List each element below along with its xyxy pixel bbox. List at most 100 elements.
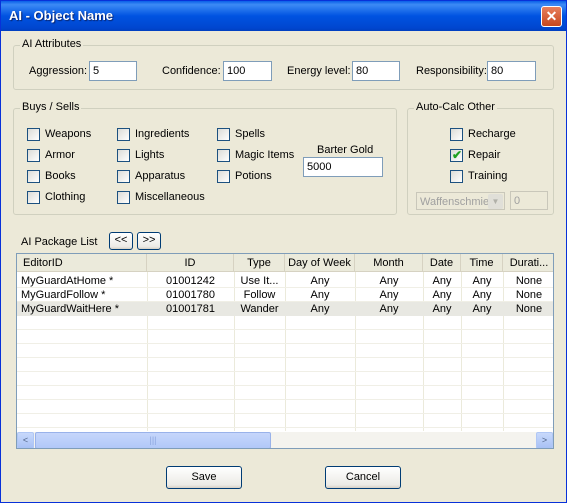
ai-package-list-label: AI Package List xyxy=(21,236,98,248)
checkbox-label: Magic Items xyxy=(235,149,295,161)
checkbox-label: Training xyxy=(468,170,508,182)
grid-line xyxy=(17,413,553,414)
package-prev-button[interactable]: << xyxy=(109,232,133,250)
checkbox-box[interactable] xyxy=(27,191,40,204)
checkbox-box[interactable] xyxy=(450,170,463,183)
checkbox-box[interactable]: ✔ xyxy=(450,148,463,162)
save-button[interactable]: Save xyxy=(166,466,242,489)
checkbox-lights[interactable]: Lights xyxy=(117,149,207,163)
checkbox-magic-items[interactable]: Magic Items xyxy=(217,149,297,163)
checkbox-potions[interactable]: Potions xyxy=(217,170,297,184)
window-title: AI - Object Name xyxy=(9,8,114,23)
energy-level-input[interactable] xyxy=(352,61,400,81)
cell-day-of-week: Any xyxy=(310,303,330,315)
training-skill-value-input[interactable] xyxy=(510,191,548,210)
checkbox-label: Apparatus xyxy=(135,170,186,182)
checkbox-box[interactable] xyxy=(117,128,130,141)
scrollbar-thumb[interactable]: ||| xyxy=(35,432,271,448)
list-header: EditorID ID Type Day of Week Month Date … xyxy=(17,254,553,272)
responsibility-label: Responsibility: xyxy=(416,65,487,77)
checkbox-weapons[interactable]: Weapons xyxy=(27,128,107,142)
checkbox-label: Potions xyxy=(235,170,272,182)
column-header-day-of-week[interactable]: Day of Week xyxy=(285,254,355,272)
column-header-duration[interactable]: Durati... xyxy=(503,254,553,272)
checkbox-box[interactable] xyxy=(27,128,40,141)
responsibility-input[interactable] xyxy=(487,61,536,81)
aggression-input[interactable] xyxy=(89,61,137,81)
chevron-down-icon[interactable]: ▼ xyxy=(488,194,503,209)
grid-line xyxy=(17,343,553,344)
checkbox-box[interactable] xyxy=(117,191,130,204)
confidence-input[interactable] xyxy=(223,61,272,81)
column-header-editor-id[interactable]: EditorID xyxy=(17,254,147,272)
cell-duration: None xyxy=(515,289,543,301)
cell-time: Any xyxy=(472,303,492,315)
checkbox-box[interactable] xyxy=(450,128,463,141)
checkbox-clothing[interactable]: Clothing xyxy=(27,191,107,205)
checkbox-label: Armor xyxy=(45,149,75,161)
grid-line xyxy=(17,385,553,386)
column-header-time[interactable]: Time xyxy=(461,254,503,272)
grid-line xyxy=(17,427,553,428)
checkbox-label: Spells xyxy=(235,128,265,140)
checkbox-books[interactable]: Books xyxy=(27,170,107,184)
checkbox-ingredients[interactable]: Ingredients xyxy=(117,128,207,142)
buys-sells-title: Buys / Sells xyxy=(20,101,82,113)
table-row[interactable]: MyGuardFollow * 01001780 Follow Any Any … xyxy=(17,288,553,302)
checkbox-training[interactable]: Training xyxy=(450,170,530,184)
ai-dialog-window: AI - Object Name ✕ AI Attributes Aggress… xyxy=(0,0,567,503)
checkbox-repair[interactable]: ✔ Repair xyxy=(450,148,530,163)
cell-id: 01001781 xyxy=(166,303,215,315)
column-header-month[interactable]: Month xyxy=(355,254,423,272)
checkbox-armor[interactable]: Armor xyxy=(27,149,107,163)
ai-attributes-title: AI Attributes xyxy=(20,38,84,50)
cell-editor-id: MyGuardAtHome * xyxy=(21,275,114,287)
grid-line xyxy=(17,357,553,358)
cell-date: Any xyxy=(432,275,452,287)
cell-type: Use It... xyxy=(240,275,279,287)
checkbox-box[interactable] xyxy=(27,149,40,162)
package-next-button[interactable]: >> xyxy=(137,232,161,250)
checkbox-apparatus[interactable]: Apparatus xyxy=(117,170,207,184)
checkbox-box[interactable] xyxy=(217,170,230,183)
barter-gold-input[interactable] xyxy=(303,157,383,177)
checkbox-label: Ingredients xyxy=(135,128,190,140)
cell-day-of-week: Any xyxy=(310,289,330,301)
barter-gold-label: Barter Gold xyxy=(317,144,374,156)
ai-package-list[interactable]: EditorID ID Type Day of Week Month Date … xyxy=(16,253,554,449)
cell-editor-id: MyGuardWaitHere * xyxy=(21,303,120,315)
checkmark-icon: ✔ xyxy=(452,148,463,162)
cell-id: 01001780 xyxy=(166,289,215,301)
cell-month: Any xyxy=(379,275,399,287)
cell-time: Any xyxy=(472,289,492,301)
scroll-right-arrow-icon[interactable]: > xyxy=(536,432,553,448)
title-bar[interactable]: AI - Object Name ✕ xyxy=(1,1,566,31)
cell-time: Any xyxy=(472,275,492,287)
checkbox-label: Weapons xyxy=(45,128,92,140)
horizontal-scrollbar[interactable]: < ||| > xyxy=(17,432,553,448)
checkbox-label: Miscellaneous xyxy=(135,191,205,203)
checkbox-recharge[interactable]: Recharge xyxy=(450,128,530,142)
energy-level-label: Energy level: xyxy=(287,65,351,77)
checkbox-box[interactable] xyxy=(117,170,130,183)
cancel-button[interactable]: Cancel xyxy=(325,466,401,489)
table-row[interactable]: MyGuardAtHome * 01001242 Use It... Any A… xyxy=(17,274,553,288)
column-header-date[interactable]: Date xyxy=(423,254,461,272)
training-skill-dropdown[interactable]: Waffenschmie ▼ xyxy=(416,192,505,210)
aggression-label: Aggression: xyxy=(29,65,88,77)
column-header-id[interactable]: ID xyxy=(147,254,234,272)
checkbox-box[interactable] xyxy=(217,149,230,162)
dialog-body: AI Attributes Aggression: Confidence: En… xyxy=(4,31,563,500)
close-button[interactable]: ✕ xyxy=(541,6,562,27)
checkbox-spells[interactable]: Spells xyxy=(217,128,297,142)
checkbox-box[interactable] xyxy=(117,149,130,162)
scroll-left-arrow-icon[interactable]: < xyxy=(17,432,34,448)
checkbox-box[interactable] xyxy=(217,128,230,141)
cell-id: 01001242 xyxy=(166,275,215,287)
checkbox-miscellaneous[interactable]: Miscellaneous xyxy=(117,191,212,205)
checkbox-label: Lights xyxy=(135,149,165,161)
cell-day-of-week: Any xyxy=(310,275,330,287)
table-row-selected[interactable]: MyGuardWaitHere * 01001781 Wander Any An… xyxy=(17,302,553,316)
column-header-type[interactable]: Type xyxy=(234,254,285,272)
checkbox-box[interactable] xyxy=(27,170,40,183)
